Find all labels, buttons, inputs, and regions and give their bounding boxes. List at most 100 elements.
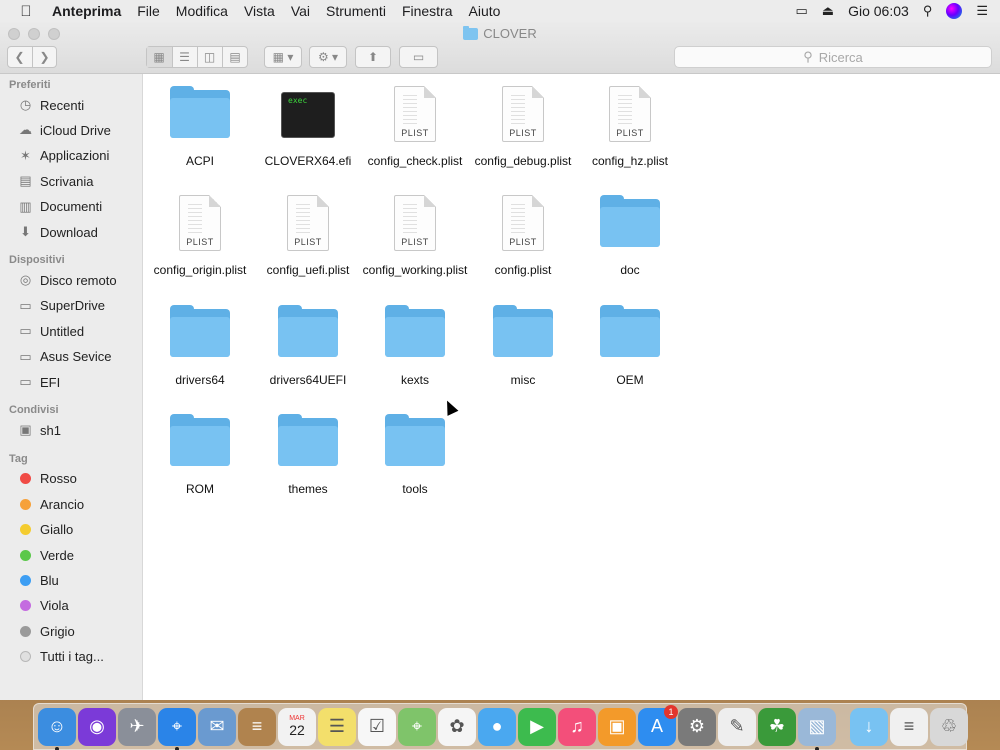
sidebar-item-applicazioni[interactable]: ✶ Applicazioni <box>17 146 109 166</box>
menu-item-file[interactable]: File <box>129 3 168 19</box>
file-item[interactable]: misc <box>469 305 577 388</box>
file-grid: ACPI exec CLOVERX64.efi PLIST config_check.p… <box>143 74 1000 700</box>
document-stack-icon[interactable]: ≡ <box>890 707 928 746</box>
sidebar-item-disco-remoto[interactable]: ◎ Disco remoto <box>17 270 117 290</box>
mail-stamp-icon[interactable]: ✉ <box>198 707 236 746</box>
file-item[interactable]: tools <box>361 414 469 497</box>
sidebar-item-download[interactable]: ⬇ Download <box>17 222 98 242</box>
textedit-icon[interactable]: ✎ <box>718 707 756 746</box>
plist-file-icon: PLIST <box>600 86 660 146</box>
sidebar-item-sh1[interactable]: ▣ sh1 <box>17 420 61 440</box>
dock-glyph: ♲ <box>940 716 958 736</box>
folder-front <box>170 317 230 357</box>
sidebar-item-recenti[interactable]: ◷ Recenti <box>17 95 84 115</box>
search-icon[interactable]: ⚲ <box>923 3 933 19</box>
menu-item-vai[interactable]: Vai <box>283 3 318 19</box>
eject-icon[interactable]: ⏏ <box>822 3 834 19</box>
file-name: ACPI <box>185 154 214 168</box>
file-item[interactable]: PLIST config_hz.plist <box>576 86 684 169</box>
document-page: PLIST <box>287 195 329 251</box>
launchpad-icon[interactable]: ✈ <box>118 707 156 746</box>
sidebar-item-blu[interactable]: Blu <box>17 570 59 590</box>
facetime-icon[interactable]: ▶ <box>518 707 556 746</box>
sidebar-item-asus-sevice[interactable]: ▭ Asus Sevice <box>17 347 111 367</box>
sidebar-item-icloud-drive[interactable]: ☁ iCloud Drive <box>17 120 111 140</box>
file-item[interactable]: PLIST config_origin.plist <box>146 195 254 278</box>
downloads-folder-icon[interactable]: ↓ <box>850 707 888 746</box>
file-item[interactable]: themes <box>254 414 362 497</box>
app-store-icon[interactable]: A1 <box>638 704 678 746</box>
clock[interactable]: Gio 06:03 <box>848 3 909 19</box>
display-mirroring-icon[interactable]: ▭ <box>796 3 808 19</box>
sidebar-item-giallo[interactable]: Giallo <box>17 520 73 540</box>
sidebar-header: Tag <box>9 452 28 465</box>
group-icon[interactable]: ▦ ▾ <box>264 46 302 68</box>
document-page: PLIST <box>394 195 436 251</box>
file-name: ROM <box>186 482 214 496</box>
sidebar-item-verde[interactable]: Verde <box>17 545 74 565</box>
file-item[interactable]: doc <box>576 195 684 278</box>
notification-center-icon[interactable]: ☰ <box>976 3 988 19</box>
forward-icon[interactable]: ❯ <box>33 47 57 67</box>
sidebar-item-tutti-i-tag-[interactable]: Tutti i tag... <box>17 647 104 667</box>
icon-view-icon[interactable]: ▦ <box>146 47 173 67</box>
itunes-icon[interactable]: ♫ <box>558 707 596 746</box>
photos-icon[interactable]: ✿ <box>438 707 476 746</box>
clover-configurator-icon[interactable]: ☘ <box>758 707 796 746</box>
sidebar-item-label: Untitled <box>40 323 85 339</box>
file-item[interactable]: PLIST config_working.plist <box>361 195 469 278</box>
reminders-icon[interactable]: ☑ <box>358 707 396 746</box>
menu-item-modifica[interactable]: Modifica <box>168 3 236 19</box>
file-item[interactable]: PLIST config_check.plist <box>361 86 469 169</box>
sidebar-item-viola[interactable]: Viola <box>17 596 69 616</box>
action-gear-icon[interactable]: ⚙ ▾ <box>309 46 347 68</box>
file-item[interactable]: PLIST config_debug.plist <box>469 86 577 169</box>
siri-icon[interactable] <box>946 3 963 19</box>
menu-item-vista[interactable]: Vista <box>236 3 283 19</box>
plist-file-icon: PLIST <box>493 86 553 146</box>
file-item[interactable]: PLIST config_uefi.plist <box>254 195 362 278</box>
column-view-icon[interactable]: ◫ <box>198 47 223 67</box>
menu-item-aiuto[interactable]: Aiuto <box>461 3 509 19</box>
siri-icon[interactable]: ◉ <box>78 707 116 746</box>
file-item[interactable]: exec CLOVERX64.efi <box>254 86 362 169</box>
sidebar-item-efi[interactable]: ▭ EFI <box>17 372 60 392</box>
sidebar-item-rosso[interactable]: Rosso <box>17 469 77 489</box>
trash-icon[interactable]: ♲ <box>930 707 968 746</box>
apple-logo-icon[interactable]:  <box>0 3 52 20</box>
list-view-icon[interactable]: ☰ <box>173 47 198 67</box>
search-input[interactable]: ⚲ Ricerca <box>674 46 992 68</box>
sidebar-item-grigio[interactable]: Grigio <box>17 621 75 641</box>
sidebar-item-arancio[interactable]: Arancio <box>17 494 84 514</box>
tag-icon[interactable]: ▭ <box>399 46 438 68</box>
menu-item-strumenti[interactable]: Strumenti <box>318 3 394 19</box>
sidebar-item-documenti[interactable]: ▥ Documenti <box>17 197 102 217</box>
messages-icon[interactable]: ● <box>478 707 516 746</box>
executable-file-icon: exec <box>278 86 338 146</box>
safari-icon[interactable]: ⌖ <box>158 707 196 750</box>
file-item[interactable]: ROM <box>146 414 254 497</box>
maps-icon[interactable]: ⌖ <box>398 707 436 746</box>
share-icon[interactable]: ⬆ <box>355 46 391 68</box>
finder-icon[interactable]: ☺ <box>38 707 76 750</box>
calendar-icon[interactable]: MAR 22 <box>278 707 316 746</box>
ibooks-icon[interactable]: ▣ <box>598 707 636 746</box>
menu-item-anteprima[interactable]: Anteprima <box>52 3 129 19</box>
sidebar-item-scrivania[interactable]: ▤ Scrivania <box>17 171 93 191</box>
contacts-icon[interactable]: ≡ <box>238 707 276 746</box>
gallery-view-icon[interactable]: ▤ <box>223 47 248 67</box>
file-item[interactable]: OEM <box>576 305 684 388</box>
system-preferences-icon[interactable]: ⚙ <box>678 707 716 746</box>
file-item[interactable]: ACPI <box>146 86 254 169</box>
sidebar-item-superdrive[interactable]: ▭ SuperDrive <box>17 296 105 316</box>
file-item[interactable]: kexts <box>361 305 469 388</box>
preview-icon[interactable]: ▧ <box>798 707 836 750</box>
file-item[interactable]: PLIST config.plist <box>469 195 577 278</box>
sidebar-item-untitled[interactable]: ▭ Untitled <box>17 321 84 341</box>
menu-item-finestra[interactable]: Finestra <box>394 3 461 19</box>
dock-glyph: ▶ <box>530 716 544 736</box>
file-item[interactable]: drivers64UEFI <box>254 305 362 388</box>
notes-icon[interactable]: ☰ <box>318 707 356 746</box>
back-icon[interactable]: ❮ <box>8 47 33 67</box>
file-item[interactable]: drivers64 <box>146 305 254 388</box>
